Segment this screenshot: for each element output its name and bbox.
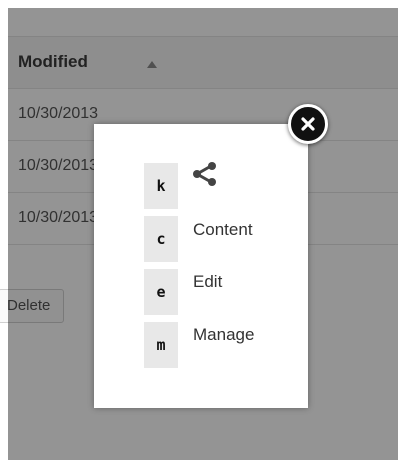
share-icon[interactable] bbox=[191, 162, 219, 186]
shortcut-key-k: k bbox=[144, 163, 178, 209]
shortcut-key-m: m bbox=[144, 322, 178, 368]
shortcut-label-manage[interactable]: Manage bbox=[193, 325, 254, 345]
page-margin bbox=[0, 0, 8, 470]
shortcut-label-content[interactable]: Content bbox=[193, 220, 253, 240]
shortcut-label-edit[interactable]: Edit bbox=[193, 272, 222, 292]
shortcut-key-c: c bbox=[144, 216, 178, 262]
shortcut-key-e: e bbox=[144, 269, 178, 315]
close-dialog-button[interactable] bbox=[288, 104, 328, 144]
close-icon bbox=[301, 117, 315, 131]
